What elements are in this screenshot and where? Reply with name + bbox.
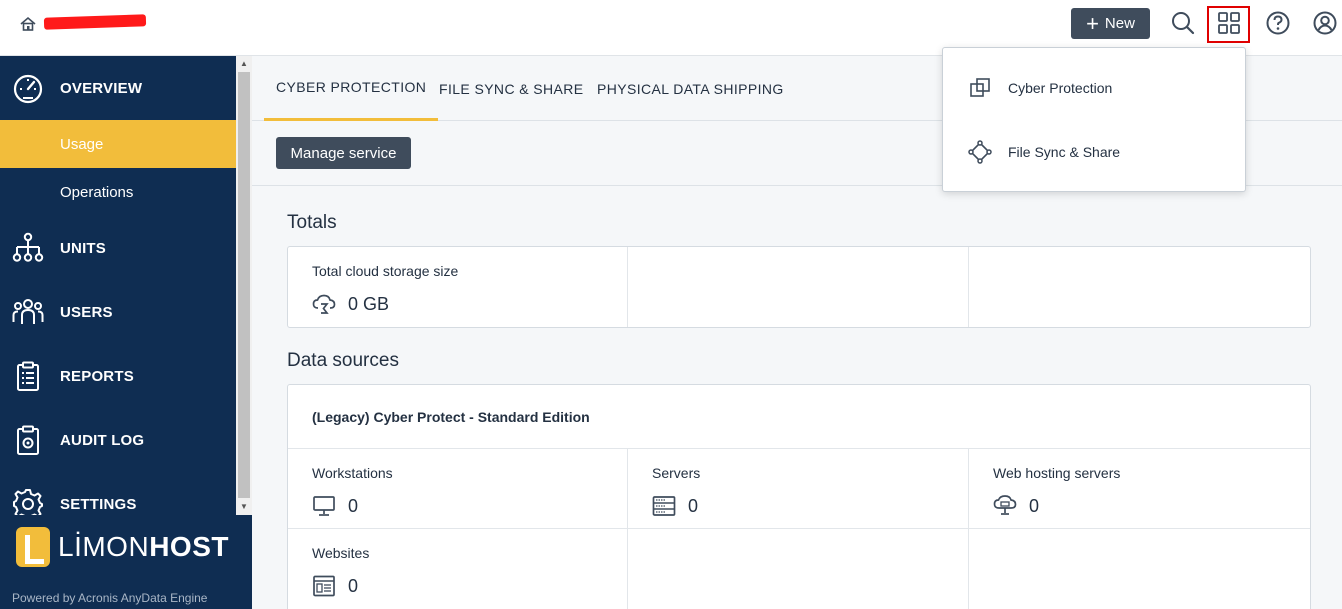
clipboard-icon [17, 361, 39, 391]
users-icon [12, 299, 44, 324]
limonhost-logo-icon [16, 527, 50, 567]
total-storage-cell: Total cloud storage size 0 GB [288, 247, 627, 327]
sidebar-item-audit-log-label: AUDIT LOG [60, 431, 145, 449]
cloud-server-icon [993, 495, 1017, 515]
limonhost-logo: LİMONHOST [16, 527, 229, 567]
sidebar-footer: LİMONHOST Powered by Acronis AnyData Eng… [0, 515, 252, 609]
web-hosting-servers-value: 0 [1029, 495, 1040, 516]
plus-icon: + [1086, 10, 1099, 36]
dropdown-item-cyber-protection-label: Cyber Protection [1008, 80, 1113, 96]
data-sources-title: Data sources [287, 350, 399, 371]
sidebar-item-audit-log[interactable]: AUDIT LOG [0, 416, 236, 464]
cloud-storage-icon [312, 294, 336, 314]
servers-value: 0 [688, 495, 699, 516]
dropdown-item-file-sync-share[interactable]: File Sync & Share [943, 120, 1245, 184]
web-hosting-servers-cell: Web hosting servers 0 [969, 449, 1310, 528]
websites-value: 0 [348, 575, 359, 596]
workstations-cell: Workstations 0 [288, 449, 627, 528]
logo-text-prefix: LİMON [58, 531, 150, 562]
new-button-label: New [1104, 15, 1135, 32]
logo-text-suffix: HOST [149, 531, 229, 562]
audit-log-icon [17, 425, 39, 455]
servers-cell: Servers 0 [628, 449, 968, 528]
edition-title: (Legacy) Cyber Protect - Standard Editio… [312, 409, 590, 425]
scroll-down-arrow-icon[interactable]: ▼ [239, 502, 249, 512]
scroll-up-arrow-icon[interactable]: ▲ [239, 59, 249, 69]
sidebar-item-reports[interactable]: REPORTS [0, 352, 236, 400]
total-storage-value: 0 GB [348, 293, 390, 314]
sidebar-item-settings-label: SETTINGS [60, 495, 137, 513]
search-button[interactable] [1168, 8, 1198, 38]
tab-file-sync-share[interactable]: FILE SYNC & SHARE [427, 56, 596, 121]
sidebar-item-usage[interactable]: Usage [0, 120, 236, 168]
help-button[interactable] [1263, 8, 1293, 38]
websites-cell: Websites 0 [288, 529, 627, 608]
website-icon [313, 575, 335, 597]
sidebar-item-units-label: UNITS [60, 239, 106, 257]
redacted-breadcrumb [43, 14, 147, 30]
dropdown-item-file-sync-share-label: File Sync & Share [1008, 144, 1121, 160]
totals-title: Totals [287, 212, 337, 233]
sidebar-scrollbar[interactable]: ▲ ▼ [236, 56, 252, 515]
sidebar-item-units[interactable]: UNITS [0, 224, 236, 272]
servers-label: Servers [652, 465, 701, 481]
totals-card: Total cloud storage size 0 GB [287, 246, 1311, 328]
tab-physical-data-shipping[interactable]: PHYSICAL DATA SHIPPING [585, 56, 796, 121]
sidebar-item-reports-label: REPORTS [60, 367, 134, 385]
account-button[interactable] [1310, 8, 1340, 38]
total-storage-label: Total cloud storage size [312, 263, 459, 279]
help-icon [1266, 11, 1290, 35]
apps-button[interactable] [1214, 8, 1244, 38]
scrollbar-thumb[interactable] [238, 72, 250, 498]
home-icon[interactable] [19, 15, 37, 33]
data-sources-card: (Legacy) Cyber Protect - Standard Editio… [287, 384, 1311, 609]
dropdown-item-cyber-protection[interactable]: Cyber Protection [943, 56, 1245, 120]
workstations-value: 0 [348, 495, 359, 516]
websites-label: Websites [312, 545, 370, 561]
workstations-label: Workstations [312, 465, 393, 481]
sidebar-item-overview[interactable]: OVERVIEW [0, 64, 236, 112]
cyber-protection-icon [970, 78, 990, 97]
user-account-icon [1313, 11, 1337, 35]
sidebar-item-users[interactable]: USERS [0, 288, 236, 336]
grid-icon [1218, 12, 1240, 34]
powered-by-text: Powered by Acronis AnyData Engine [12, 591, 208, 605]
server-icon [652, 496, 676, 516]
file-sync-icon [968, 140, 992, 164]
hierarchy-icon [12, 232, 44, 262]
apps-dropdown-menu: Cyber Protection File Sync & Share [942, 47, 1246, 192]
search-icon [1172, 12, 1195, 35]
sidebar-item-overview-label: OVERVIEW [60, 79, 143, 97]
manage-service-button[interactable]: Manage service [276, 137, 411, 169]
sidebar-item-operations[interactable]: Operations [0, 168, 236, 216]
new-button[interactable]: + New [1071, 8, 1150, 39]
web-hosting-servers-label: Web hosting servers [993, 465, 1121, 481]
tab-cyber-protection[interactable]: CYBER PROTECTION [264, 56, 439, 121]
sidebar-item-users-label: USERS [60, 303, 113, 321]
gauge-icon [13, 74, 43, 104]
monitor-icon [313, 496, 335, 516]
